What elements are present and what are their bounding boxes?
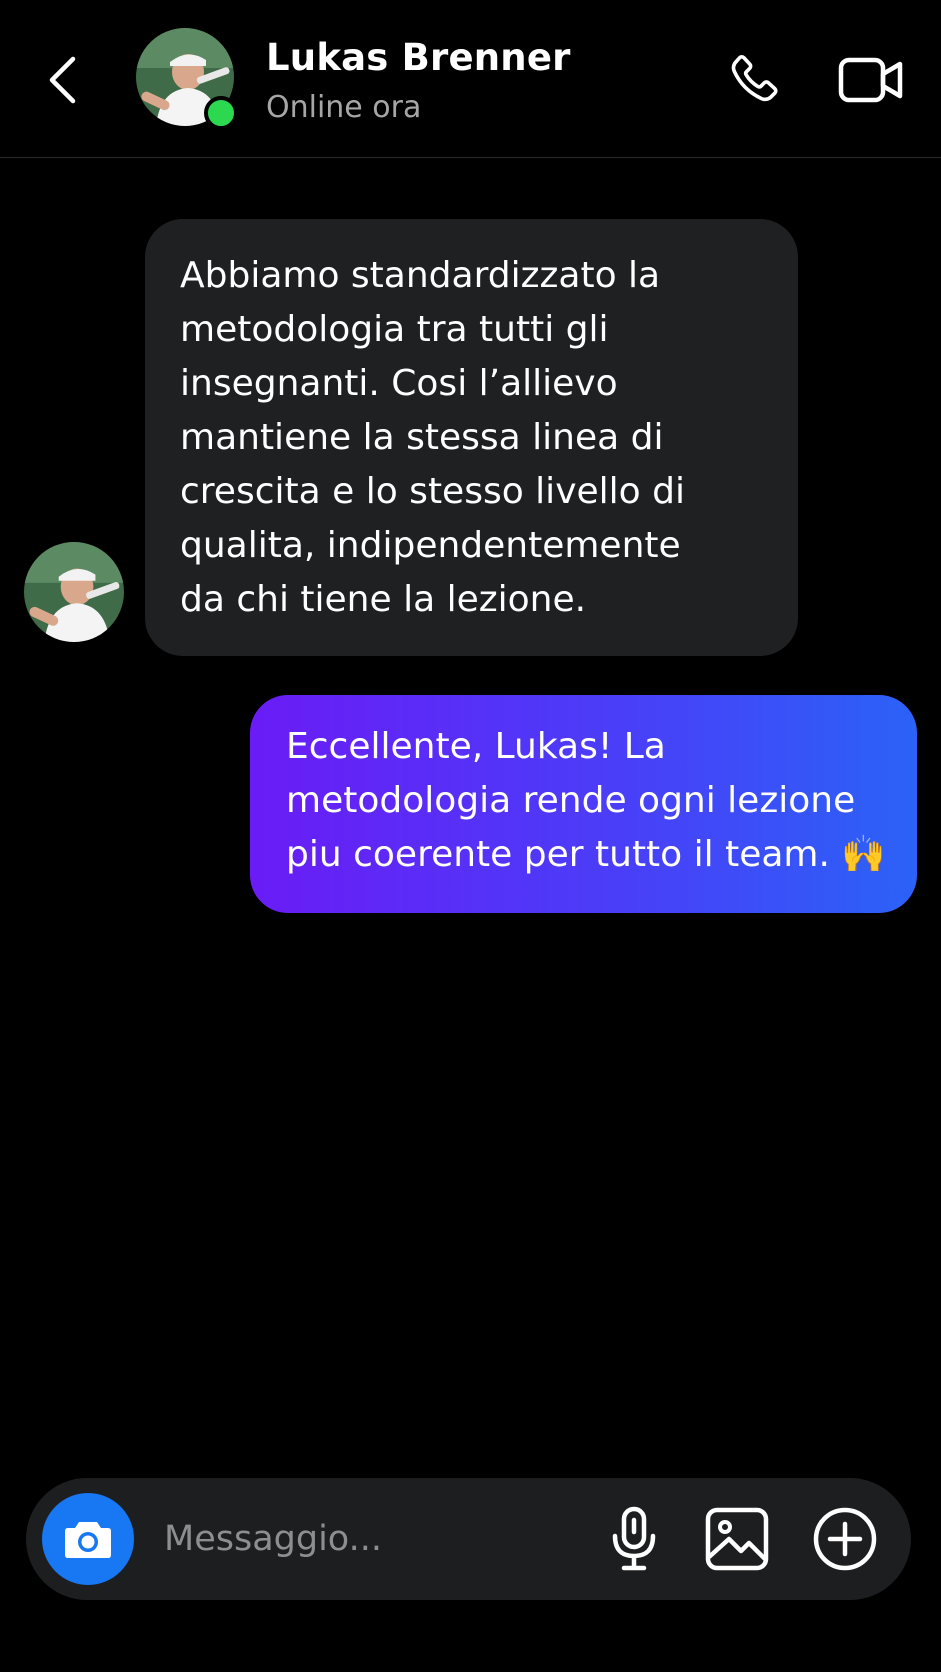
message-sender-avatar[interactable] bbox=[24, 542, 124, 642]
incoming-message-bubble[interactable]: Abbiamo standardizzato la metodologia tr… bbox=[145, 219, 798, 656]
message-composer bbox=[26, 1478, 911, 1600]
chat-header: Lukas Brenner Online ora bbox=[0, 0, 941, 158]
voice-message-button[interactable] bbox=[599, 1504, 669, 1574]
outgoing-message-bubble[interactable]: Eccellente, Lukas! La metodologia rende … bbox=[250, 695, 917, 913]
video-call-button[interactable] bbox=[836, 50, 906, 110]
message-input[interactable] bbox=[164, 1508, 584, 1570]
contact-avatar[interactable] bbox=[136, 28, 238, 130]
online-status-dot bbox=[204, 96, 238, 130]
image-icon bbox=[705, 1507, 769, 1571]
camera-icon bbox=[65, 1522, 111, 1558]
back-button[interactable] bbox=[40, 50, 84, 110]
microphone-icon bbox=[612, 1506, 656, 1571]
add-attachment-button[interactable] bbox=[810, 1504, 880, 1574]
contact-name[interactable]: Lukas Brenner bbox=[266, 36, 571, 79]
contact-status: Online ora bbox=[266, 90, 422, 125]
camera-button[interactable] bbox=[42, 1493, 134, 1585]
voice-call-button[interactable] bbox=[726, 50, 786, 110]
avatar-image bbox=[24, 542, 124, 642]
video-camera-icon bbox=[838, 57, 903, 103]
plus-circle-icon bbox=[813, 1507, 877, 1571]
gallery-button[interactable] bbox=[702, 1504, 772, 1574]
phone-icon bbox=[731, 55, 778, 102]
chevron-left-icon bbox=[49, 56, 76, 104]
